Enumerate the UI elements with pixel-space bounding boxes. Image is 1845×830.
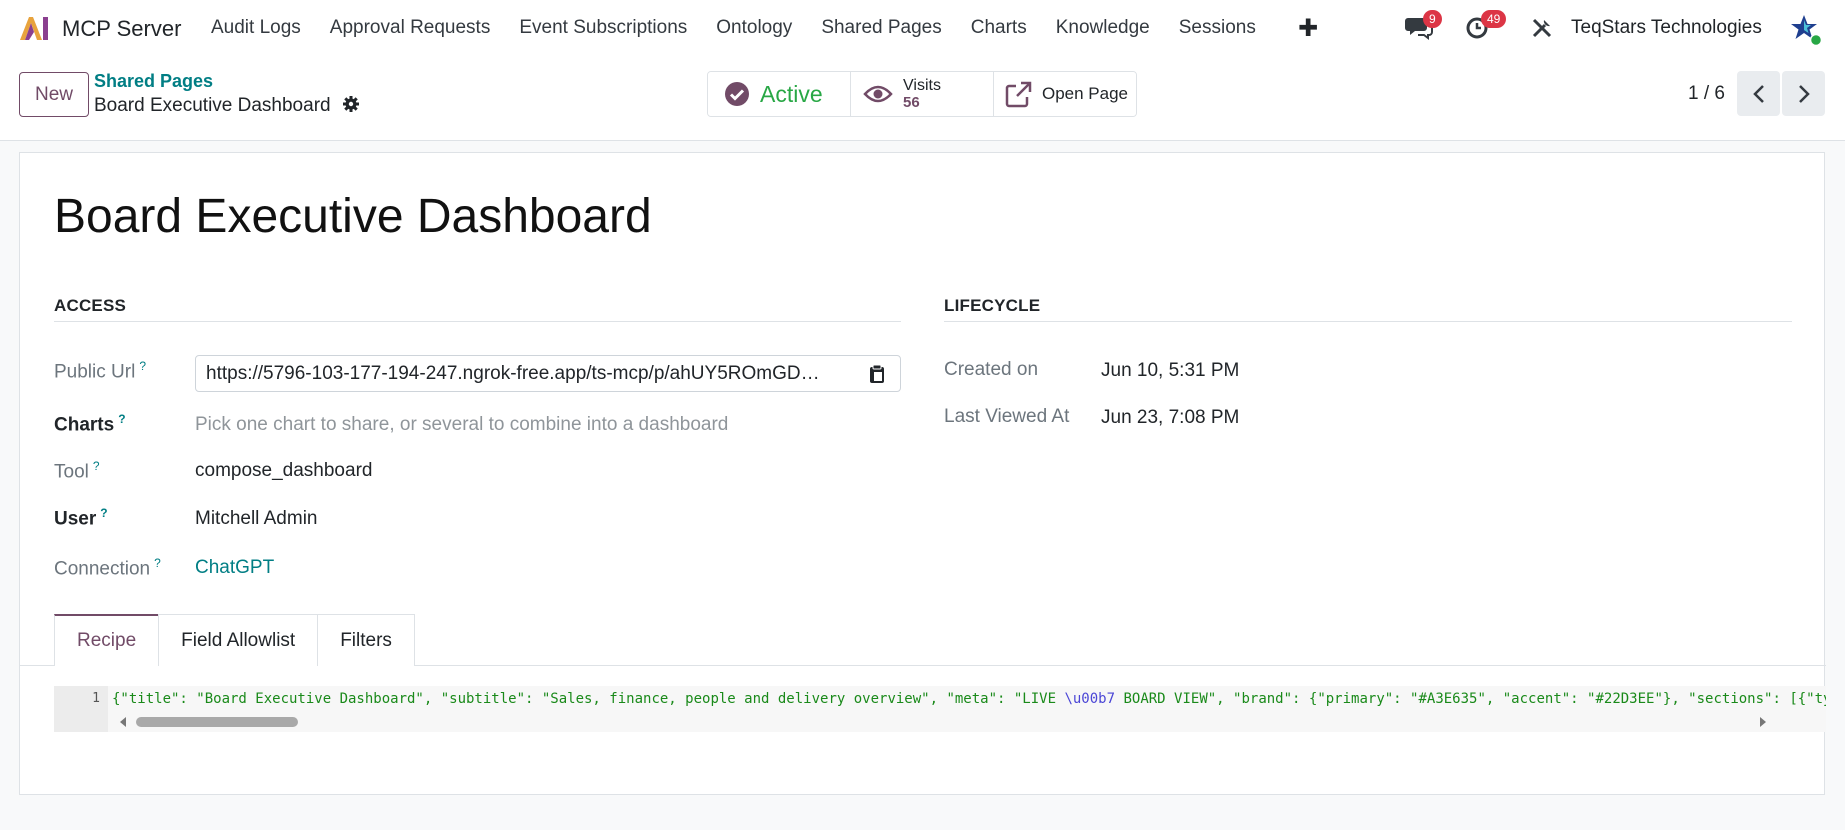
record-title[interactable]: Board Executive Dashboard [54, 189, 652, 244]
menu-approval-requests[interactable]: Approval Requests [330, 17, 491, 39]
tab-field-allowlist[interactable]: Field Allowlist [158, 614, 319, 666]
access-divider [54, 321, 901, 322]
charts-help[interactable]: ? [118, 412, 125, 426]
visits-button[interactable]: Visits 56 [851, 72, 994, 116]
connection-link[interactable]: ChatGPT [195, 557, 274, 579]
created-on-value: Jun 10, 5:31 PM [1101, 360, 1240, 381]
pager-next-button[interactable] [1782, 71, 1825, 116]
charts-label: Charts? [54, 412, 126, 436]
app-logo-icon[interactable] [18, 14, 50, 42]
public-url-field[interactable]: https://5796-103-177-194-247.ngrok-free.… [195, 355, 901, 392]
tools-icon [1532, 18, 1552, 38]
tool-label: Tool? [54, 459, 100, 483]
scrollbar-thumb[interactable] [136, 717, 298, 727]
user-label: User? [54, 506, 108, 530]
tab-recipe[interactable]: Recipe [54, 614, 160, 666]
menu-sessions[interactable]: Sessions [1179, 17, 1256, 39]
open-page-button[interactable]: Open Page [994, 72, 1136, 116]
smart-buttons: Active Visits 56 Open Page [707, 71, 1137, 117]
notebook-tabs: Recipe Field Allowlist Filters [54, 614, 415, 666]
menu-audit-logs[interactable]: Audit Logs [211, 17, 301, 39]
access-section-header: ACCESS [54, 296, 127, 315]
menu-shared-pages[interactable]: Shared Pages [821, 17, 941, 39]
public-url-value: https://5796-103-177-194-247.ngrok-free.… [206, 363, 820, 384]
scroll-right-arrow-icon[interactable] [1758, 715, 1768, 729]
eye-icon [863, 85, 893, 103]
tool-value: compose_dashboard [195, 460, 373, 481]
breadcrumb-shared-pages[interactable]: Shared Pages [94, 71, 213, 92]
activities-badge: 49 [1481, 10, 1507, 28]
external-link-icon [1005, 81, 1032, 108]
tab-filters[interactable]: Filters [317, 614, 415, 666]
company-switcher[interactable]: TeqStars Technologies [1571, 17, 1762, 39]
check-circle-icon [725, 82, 749, 106]
connection-label: Connection? [54, 556, 161, 580]
control-panel: New Shared Pages Board Executive Dashboa… [0, 57, 1845, 141]
new-button[interactable]: New [19, 72, 89, 117]
created-on-label: Created on [944, 359, 1039, 380]
scroll-left-arrow-icon[interactable] [118, 715, 128, 729]
public-url-help[interactable]: ? [139, 359, 146, 373]
charts-input[interactable]: Pick one chart to share, or several to c… [195, 414, 728, 436]
clipboard-copy-icon[interactable] [868, 364, 886, 384]
line-number: 1 [92, 691, 100, 706]
public-url-label: Public Url? [54, 359, 146, 383]
visits-label: Visits [903, 77, 941, 94]
connection-help[interactable]: ? [154, 556, 161, 570]
user-help[interactable]: ? [100, 506, 107, 520]
add-menu-plus-icon[interactable]: ✚ [1298, 14, 1318, 43]
lifecycle-divider [944, 321, 1792, 322]
chevron-left-icon [1752, 84, 1764, 103]
form-sheet: Board Executive Dashboard ACCESS LIFECYC… [19, 152, 1826, 795]
user-value: Mitchell Admin [195, 508, 318, 529]
app-name[interactable]: MCP Server [62, 16, 181, 42]
menu-event-subscriptions[interactable]: Event Subscriptions [519, 17, 687, 39]
menu-charts[interactable]: Charts [971, 17, 1027, 39]
messages-badge: 9 [1423, 10, 1442, 28]
menu-ontology[interactable]: Ontology [716, 17, 792, 39]
breadcrumb-current-record: Board Executive Dashboard [94, 95, 331, 116]
visits-count: 56 [903, 94, 920, 111]
user-avatar-icon[interactable] [1789, 12, 1823, 46]
recipe-code-editor[interactable]: 1 {"title": "Board Executive Dashboard",… [54, 686, 1826, 732]
pager-value[interactable]: 1 / 6 [1688, 83, 1725, 105]
active-status-label: Active [760, 80, 823, 107]
menu-knowledge[interactable]: Knowledge [1056, 17, 1150, 39]
activities-button[interactable]: 49 [1465, 10, 1507, 45]
last-viewed-value: Jun 23, 7:08 PM [1101, 407, 1240, 428]
open-page-label: Open Page [1042, 84, 1129, 103]
top-navbar: MCP Server Audit Logs Approval Requests … [0, 0, 1845, 57]
gear-icon[interactable] [342, 95, 360, 113]
recipe-code-line[interactable]: {"title": "Board Executive Dashboard", "… [112, 691, 1826, 707]
active-toggle-button[interactable]: Active [708, 72, 851, 116]
main-menu: Audit Logs Approval Requests Event Subsc… [211, 17, 1285, 39]
lifecycle-section-header: LIFECYCLE [944, 296, 1041, 315]
debug-tools-button[interactable] [1531, 17, 1553, 44]
pager-previous-button[interactable] [1737, 71, 1780, 116]
last-viewed-label: Last Viewed At [944, 406, 1070, 427]
horizontal-scrollbar[interactable] [118, 714, 1768, 728]
tool-help[interactable]: ? [93, 459, 100, 473]
messages-button[interactable]: 9 [1405, 10, 1442, 45]
chevron-right-icon [1798, 84, 1810, 103]
